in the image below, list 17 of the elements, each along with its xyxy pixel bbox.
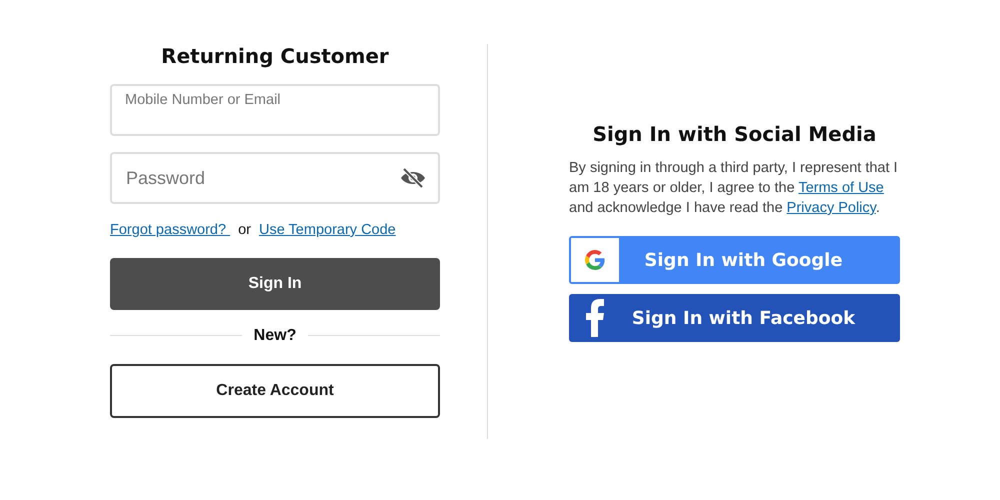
policy-link[interactable]: Terms of Use: [798, 180, 884, 196]
eye-slash-icon[interactable]: [400, 167, 426, 189]
policy-link[interactable]: Privacy Policy: [786, 200, 876, 216]
google-sign-in-button[interactable]: Sign In with Google: [569, 236, 900, 284]
sign-in-button[interactable]: Sign In: [110, 258, 440, 310]
create-account-button[interactable]: Create Account: [110, 364, 440, 418]
consent-text: By signing in through a third party, I represent that I am 18 years or older, I agree to the Terms of Use and acknowledge I have read the Privacy Policy.: [569, 159, 899, 218]
help-link[interactable]: Use Temporary Code: [259, 220, 396, 242]
separator-text: or: [238, 221, 251, 240]
facebook-sign-in-button[interactable]: Sign In with Facebook: [569, 294, 900, 342]
section-title: Returning Customer: [160, 44, 390, 68]
email-field[interactable]: Mobile Number or Email: [110, 84, 440, 136]
password-field[interactable]: Password: [110, 152, 440, 204]
section-title: Sign In with Social Media: [592, 122, 878, 146]
new-label: New?: [254, 326, 296, 346]
google-logo-icon: [571, 238, 619, 282]
help-link[interactable]: Forgot password?: [110, 220, 230, 242]
